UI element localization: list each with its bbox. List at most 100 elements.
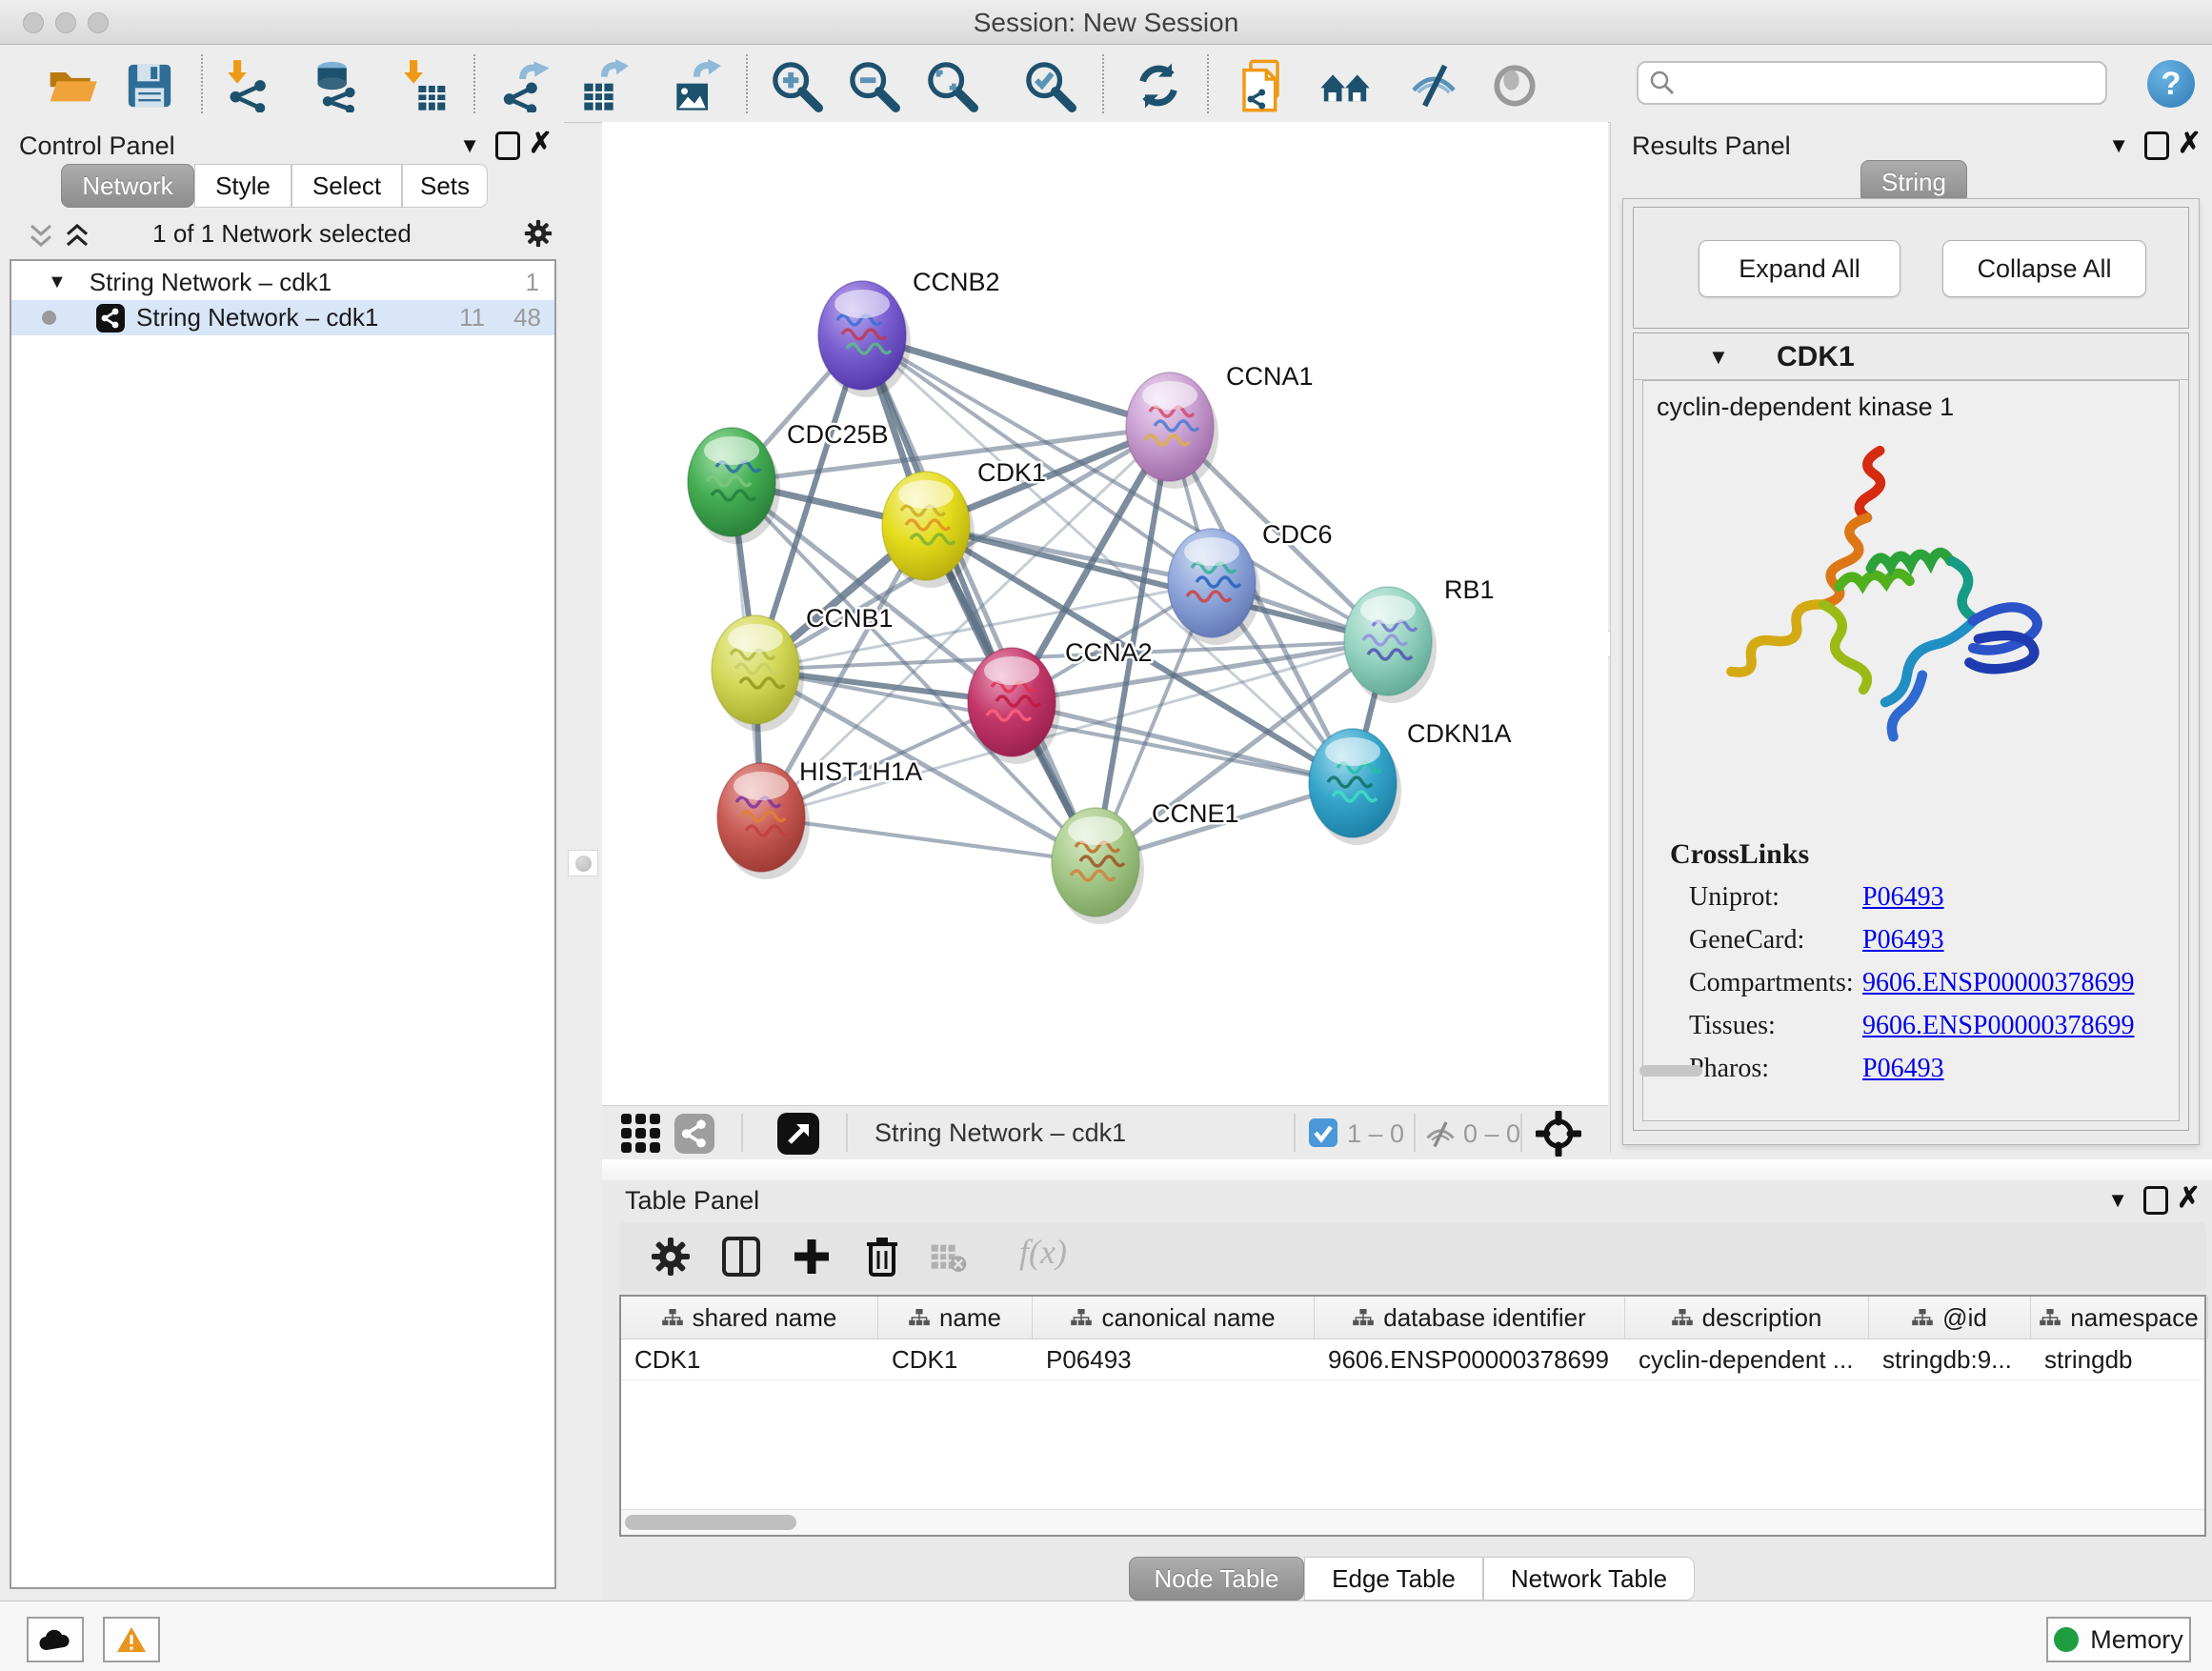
results-hscrollbar[interactable] — [1639, 1065, 1702, 1077]
tab-edge-table[interactable]: Edge Table — [1304, 1557, 1483, 1601]
column-header-canonical-name[interactable]: canonical name — [1033, 1297, 1315, 1339]
column-header-namespace[interactable]: namespace — [2031, 1297, 2208, 1339]
cloud-button[interactable] — [27, 1617, 84, 1662]
control-panel-float-icon[interactable] — [495, 131, 520, 160]
node-label-ccnb2: CCNB2 — [913, 268, 1000, 296]
help-icon[interactable]: ? — [2147, 60, 2195, 108]
crosslink-link[interactable]: P06493 — [1862, 882, 1944, 913]
title-bar: Session: New Session — [0, 0, 2212, 45]
delete-column-icon[interactable] — [859, 1234, 905, 1279]
network-badge-icon[interactable] — [674, 1114, 714, 1154]
network-collection-row[interactable]: ▼ String Network – cdk1 1 — [11, 265, 554, 300]
column-header-database-identifier[interactable]: database identifier — [1315, 1297, 1625, 1339]
delete-table-icon[interactable] — [930, 1241, 968, 1274]
crosslinks-section: CrossLinks Uniprot:P06493GeneCard:P06493… — [1670, 838, 2165, 1097]
node-label-cdk1: CDK1 — [977, 458, 1046, 487]
node-count: 11 — [459, 303, 485, 332]
tab-network-table[interactable]: Network Table — [1483, 1557, 1695, 1601]
fit-crosshair-icon[interactable] — [1536, 1111, 1581, 1157]
node-label-hist1h1a: HIST1H1A — [799, 757, 922, 786]
search-input[interactable] — [1677, 68, 2081, 99]
network-list-header: 1 of 1 Network selected — [0, 213, 564, 257]
table-cell[interactable]: CDK1 — [621, 1339, 878, 1379]
import-network-database-icon[interactable] — [308, 59, 361, 112]
column-header-shared-name[interactable]: shared name — [621, 1297, 878, 1339]
hidden-eye-icon — [1423, 1117, 1458, 1151]
zoom-selected-icon[interactable] — [1023, 59, 1076, 112]
collapse-all-button[interactable]: Collapse All — [1942, 240, 2146, 297]
section-collapse-icon[interactable]: ▼ — [1708, 345, 1729, 370]
search-field[interactable] — [1637, 61, 2107, 105]
add-column-icon[interactable] — [789, 1234, 835, 1279]
results-panel-close-icon[interactable]: ✗ — [2178, 131, 2202, 156]
selected-checkbox-icon[interactable] — [1309, 1118, 1337, 1147]
crosslink-link[interactable]: P06493 — [1862, 925, 1944, 956]
zoom-in-icon[interactable] — [770, 59, 823, 112]
table-hscrollbar-track — [621, 1509, 2204, 1535]
table-panel-close-icon[interactable]: ✗ — [2177, 1186, 2201, 1211]
tab-select[interactable]: Select — [292, 164, 402, 208]
column-type-icon — [2040, 1309, 2061, 1326]
table-cell[interactable]: stringdb:9... — [1869, 1339, 2031, 1379]
left-splitter-handle[interactable] — [568, 850, 598, 876]
tab-network[interactable]: Network — [61, 164, 194, 208]
results-panel-menu-icon[interactable]: ▼ — [2108, 133, 2129, 158]
table-panel-menu-icon[interactable]: ▼ — [2107, 1188, 2128, 1213]
column-header-name[interactable]: name — [878, 1297, 1033, 1339]
table-cell[interactable]: cyclin-dependent ... — [1625, 1339, 1869, 1379]
import-network-file-icon[interactable] — [220, 59, 273, 112]
export-network-icon[interactable] — [498, 59, 552, 112]
crosslink-link[interactable]: 9606.ENSP00000378699 — [1862, 1011, 2134, 1041]
zoom-out-icon[interactable] — [847, 59, 900, 112]
crosslink-label: Tissues: — [1670, 1011, 1862, 1041]
open-session-icon[interactable] — [46, 59, 99, 112]
control-panel-close-icon[interactable]: ✗ — [529, 131, 553, 156]
column-header-label: database identifier — [1383, 1303, 1585, 1333]
crosslink-link[interactable]: P06493 — [1862, 1054, 1944, 1084]
network-row-selected[interactable]: String Network – cdk1 11 48 — [11, 300, 554, 335]
table-cell[interactable]: stringdb — [2031, 1339, 2208, 1379]
expand-all-button[interactable]: Expand All — [1699, 240, 1900, 297]
tree-expand-icon[interactable]: ▼ — [48, 272, 67, 293]
gene-section-header[interactable]: ▼ CDK1 — [1634, 333, 2188, 380]
control-panel-title: Control Panel — [19, 131, 175, 161]
table-gear-icon[interactable] — [648, 1234, 694, 1279]
string-network-graph[interactable]: CCNB2CCNA1CDC25BCDK1CDC6RB1CCNB1CCNA2CDK… — [602, 122, 1608, 1105]
table-cell[interactable]: 9606.ENSP00000378699 — [1315, 1339, 1625, 1379]
table-cell[interactable]: P06493 — [1033, 1339, 1315, 1379]
home-icon[interactable] — [1318, 59, 1372, 112]
table-panel-float-icon[interactable] — [2143, 1186, 2168, 1215]
warning-button[interactable] — [103, 1617, 160, 1662]
open-view-icon[interactable] — [777, 1113, 819, 1155]
column-type-icon — [909, 1309, 930, 1326]
network-canvas[interactable]: CCNB2CCNA1CDC25BCDK1CDC6RB1CCNB1CCNA2CDK… — [602, 122, 1608, 1105]
memory-button[interactable]: Memory — [2046, 1617, 2191, 1662]
export-table-icon[interactable] — [575, 59, 629, 112]
refresh-icon[interactable] — [1132, 59, 1185, 112]
cloud-icon — [38, 1627, 72, 1652]
tab-style[interactable]: Style — [194, 164, 292, 208]
column-header--id[interactable]: @id — [1869, 1297, 2031, 1339]
results-panel-float-icon[interactable] — [2144, 131, 2169, 160]
table-cell[interactable]: CDK1 — [878, 1339, 1033, 1379]
toolbar-separator — [201, 54, 203, 113]
tab-sets[interactable]: Sets — [402, 164, 488, 208]
table-row[interactable]: CDK1CDK1P064939606.ENSP00000378699cyclin… — [621, 1339, 2204, 1380]
crosslink-row: Uniprot:P06493 — [1670, 882, 2165, 913]
network-collection-label: String Network – cdk1 — [90, 268, 332, 297]
network-options-gear-icon[interactable] — [522, 217, 554, 250]
table-hscrollbar-thumb[interactable] — [625, 1515, 796, 1530]
column-header-description[interactable]: description — [1625, 1297, 1869, 1339]
open-in-web-icon[interactable] — [1237, 59, 1291, 112]
control-panel-menu-icon[interactable]: ▼ — [459, 133, 480, 158]
zoom-fit-icon[interactable] — [925, 59, 978, 112]
show-eye-icon[interactable] — [1488, 59, 1541, 112]
hide-eye-icon[interactable] — [1407, 59, 1460, 112]
save-session-icon[interactable] — [123, 59, 176, 112]
show-columns-icon[interactable] — [718, 1234, 764, 1279]
crosslink-link[interactable]: 9606.ENSP00000378699 — [1862, 968, 2134, 998]
export-image-icon[interactable] — [668, 59, 721, 112]
grid-view-icon[interactable] — [621, 1114, 661, 1154]
import-table-file-icon[interactable] — [396, 59, 450, 112]
tab-node-table[interactable]: Node Table — [1129, 1557, 1304, 1601]
